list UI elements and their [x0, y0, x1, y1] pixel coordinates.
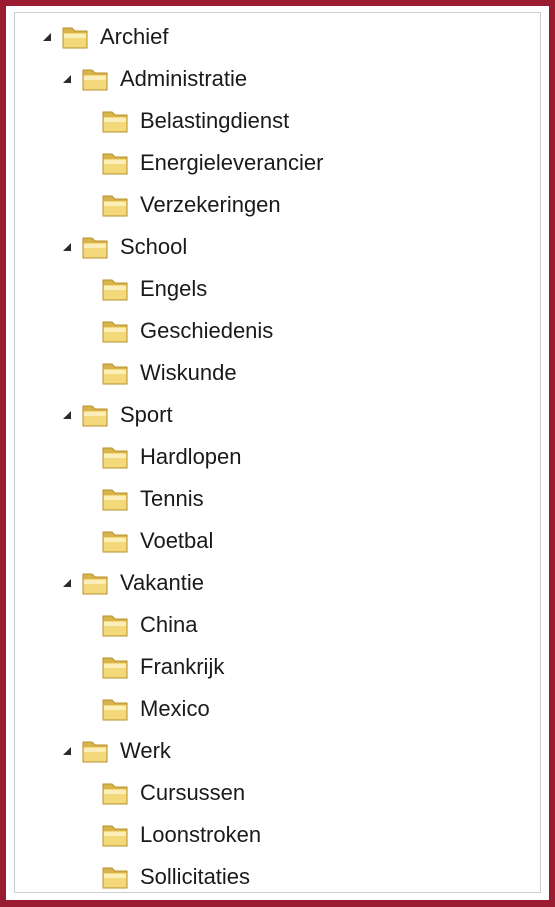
tree-leaf-item[interactable]: Verzekeringen — [80, 190, 281, 220]
folder-icon — [100, 358, 130, 388]
tree-leaf-item[interactable]: Voetbal — [80, 526, 213, 556]
tree-folder-item[interactable]: School — [60, 232, 187, 262]
tree-item-label: Frankrijk — [140, 654, 225, 679]
folder-icon — [100, 190, 130, 220]
folder-icon — [60, 22, 90, 52]
folder-icon — [100, 862, 130, 892]
tree-leaf-item[interactable]: Energieleverancier — [80, 148, 323, 178]
folder-icon — [100, 820, 130, 850]
tree-item-label: Vakantie — [120, 570, 204, 595]
tree-leaf-item[interactable]: Hardlopen — [80, 442, 242, 472]
folder-icon — [80, 736, 110, 766]
tree-item-label: Verzekeringen — [140, 192, 281, 217]
tree-item-label: Sollicitaties — [140, 864, 251, 889]
tree-item-label: Geschiedenis — [140, 318, 274, 343]
folder-icon — [80, 232, 110, 262]
folder-icon — [100, 106, 130, 136]
folder-icon — [80, 400, 110, 430]
tree-item-label: China — [140, 612, 198, 637]
tree-root-item[interactable]: Archief — [40, 22, 168, 52]
tree-leaf-item[interactable]: Tennis — [80, 484, 204, 514]
tree-item-label: Energieleverancier — [140, 150, 324, 175]
tree-item-label: Engels — [140, 276, 208, 301]
tree-item-label: School — [120, 234, 188, 259]
folder-icon — [100, 316, 130, 346]
expand-collapse-arrow-icon[interactable] — [60, 72, 74, 86]
tree-item-label: Belastingdienst — [140, 108, 290, 133]
folder-icon — [100, 148, 130, 178]
tree-item-label: Voetbal — [140, 528, 214, 553]
tree-leaf-item[interactable]: Wiskunde — [80, 358, 237, 388]
folder-icon — [100, 526, 130, 556]
tree-leaf-item[interactable]: Sollicitaties — [80, 862, 250, 892]
tree-folder-item[interactable]: Administratie — [60, 64, 247, 94]
tree-leaf-item[interactable]: Frankrijk — [80, 652, 224, 682]
folder-icon — [80, 64, 110, 94]
tree-item-label: Archief — [100, 24, 169, 49]
tree-leaf-item[interactable]: Belastingdienst — [80, 106, 289, 136]
folder-icon — [100, 610, 130, 640]
tree-item-label: Tennis — [140, 486, 204, 511]
tree-leaf-item[interactable]: Cursussen — [80, 778, 245, 808]
tree-folder-item[interactable]: Werk — [60, 736, 171, 766]
tree-item-label: Sport — [120, 402, 173, 427]
tree-item-label: Mexico — [140, 696, 210, 721]
tree-leaf-item[interactable]: Loonstroken — [80, 820, 261, 850]
folder-icon — [100, 778, 130, 808]
folder-icon — [100, 694, 130, 724]
tree-leaf-item[interactable]: China — [80, 610, 197, 640]
folder-icon — [100, 652, 130, 682]
folder-icon — [100, 442, 130, 472]
expand-collapse-arrow-icon[interactable] — [60, 744, 74, 758]
tree-item-label: Wiskunde — [140, 360, 237, 385]
expand-collapse-arrow-icon[interactable] — [60, 576, 74, 590]
tree-leaf-item[interactable]: Engels — [80, 274, 207, 304]
folder-icon — [100, 484, 130, 514]
folder-icon — [100, 274, 130, 304]
folder-icon — [80, 568, 110, 598]
tree-item-label: Loonstroken — [140, 822, 262, 847]
tree-item-label: Hardlopen — [140, 444, 242, 469]
expand-collapse-arrow-icon[interactable] — [60, 240, 74, 254]
tree-folder-item[interactable]: Vakantie — [60, 568, 204, 598]
tree-item-label: Cursussen — [140, 780, 246, 805]
tree-item-label: Administratie — [120, 66, 248, 91]
expand-collapse-arrow-icon[interactable] — [60, 408, 74, 422]
tree-leaf-item[interactable]: Mexico — [80, 694, 210, 724]
tree-leaf-item[interactable]: Geschiedenis — [80, 316, 273, 346]
expand-collapse-arrow-icon[interactable] — [40, 30, 54, 44]
tree-item-label: Werk — [120, 738, 171, 763]
tree-folder-item[interactable]: Sport — [60, 400, 173, 430]
